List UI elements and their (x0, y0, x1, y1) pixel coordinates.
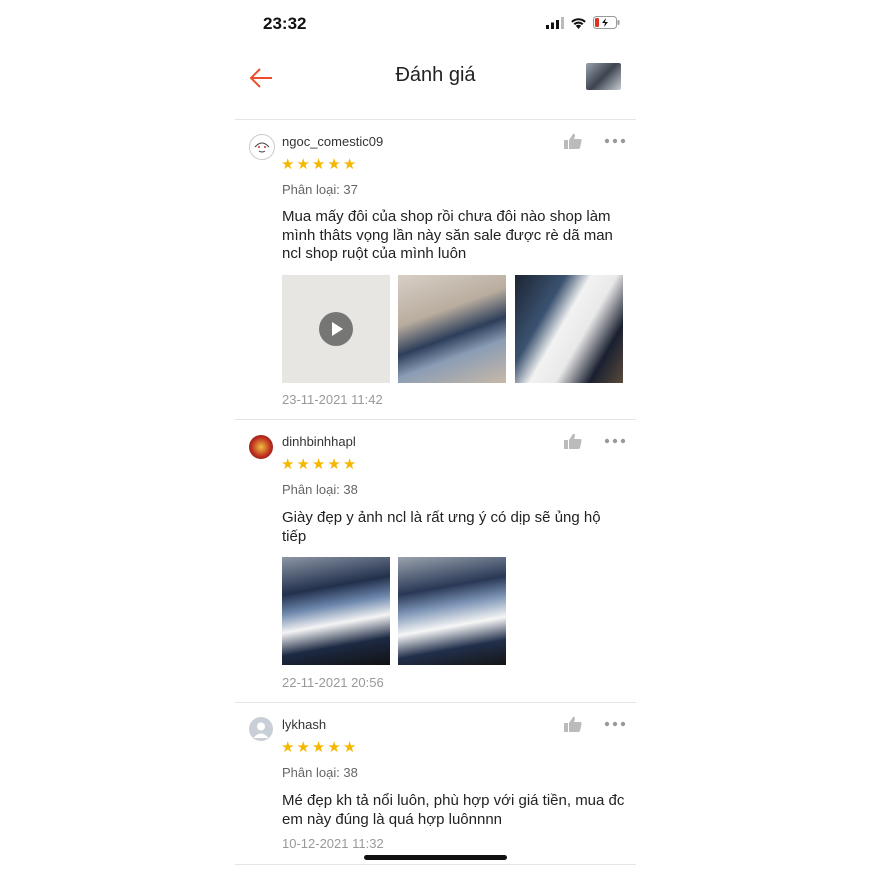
product-thumbnail[interactable] (586, 63, 621, 90)
review-divider (235, 864, 636, 865)
star-icon: ★ (281, 156, 295, 173)
review-video[interactable] (282, 275, 390, 383)
more-options-icon[interactable] (604, 721, 626, 727)
review-photo[interactable] (398, 557, 506, 665)
star-icon: ★ (281, 739, 295, 756)
default-user-icon (253, 722, 269, 738)
review-username[interactable]: ngoc_comestic09 (282, 134, 383, 149)
review-username[interactable]: dinhbinhhapl (282, 434, 356, 449)
review-photo[interactable] (398, 275, 506, 383)
review-date: 10-12-2021 11:32 (282, 836, 384, 851)
status-icons (546, 16, 620, 29)
home-indicator[interactable] (364, 855, 507, 860)
review-comment: Giày đẹp y ảnh ncl là rất ưng ý có dịp s… (282, 509, 601, 545)
avatar[interactable] (249, 717, 273, 741)
product-variant: Phân loại: 37 (282, 182, 358, 197)
battery-icon (593, 16, 620, 29)
star-icon: ★ (327, 156, 341, 173)
star-icon: ★ (327, 456, 341, 473)
wifi-icon (571, 17, 586, 29)
review-divider (235, 419, 636, 420)
star-rating: ★ ★ ★ ★ ★ (281, 740, 356, 755)
status-time: 23:32 (263, 14, 307, 33)
thumbs-up-icon[interactable] (564, 433, 582, 449)
star-icon: ★ (296, 739, 310, 756)
review-date: 22-11-2021 20:56 (282, 675, 384, 690)
more-options-icon[interactable] (604, 438, 626, 444)
user-doodle-icon (254, 142, 270, 153)
more-options-icon[interactable] (604, 138, 626, 144)
review-photo[interactable] (515, 275, 623, 383)
header-divider (235, 119, 636, 120)
star-icon: ★ (281, 456, 295, 473)
play-icon (319, 312, 353, 346)
star-icon: ★ (342, 456, 357, 473)
product-variant: Phân loại: 38 (282, 482, 358, 497)
cellular-signal-icon (546, 16, 564, 29)
star-icon: ★ (327, 739, 341, 756)
star-icon: ★ (342, 156, 357, 173)
review-comment: Mua mấy đôi của shop rồi chưa đôi nào sh… (282, 208, 613, 262)
star-icon: ★ (342, 739, 357, 756)
review-divider (235, 702, 636, 703)
star-icon: ★ (296, 456, 310, 473)
product-variant: Phân loại: 38 (282, 765, 358, 780)
star-icon: ★ (296, 156, 310, 173)
star-icon: ★ (311, 156, 326, 173)
star-rating: ★ ★ ★ ★ ★ (281, 457, 356, 472)
review-photo[interactable] (282, 557, 390, 665)
avatar[interactable] (249, 435, 273, 459)
star-icon: ★ (311, 456, 326, 473)
review-comment: Mé đẹp kh tả nổi luôn, phù hợp với giá t… (282, 792, 625, 828)
thumbs-up-icon[interactable] (564, 133, 582, 149)
avatar[interactable] (249, 134, 275, 160)
star-icon: ★ (311, 739, 326, 756)
star-rating: ★ ★ ★ ★ ★ (281, 157, 356, 172)
page-title: Đánh giá (395, 64, 476, 86)
review-username[interactable]: lykhash (282, 717, 326, 732)
app-screen: 23:32 Đánh giá ngoc_comestic09 ★ ★ ★ ★ ★… (235, 0, 636, 870)
thumbs-up-icon[interactable] (564, 716, 582, 732)
review-date: 23-11-2021 11:42 (282, 392, 383, 407)
